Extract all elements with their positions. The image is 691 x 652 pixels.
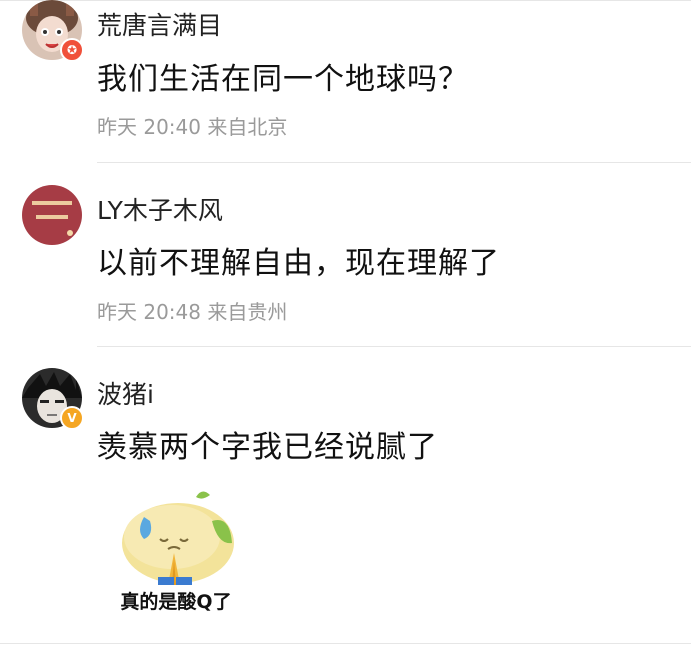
sticker-caption: 真的是酸Q了 — [120, 591, 232, 613]
sticker[interactable]: 真的是酸Q了 — [106, 487, 246, 622]
badge-icon: ✪ — [60, 38, 84, 62]
username[interactable]: 荒唐言满目 — [97, 6, 222, 42]
avatar[interactable]: ✪ — [22, 0, 84, 62]
bottom-divider — [0, 643, 691, 644]
comment-meta: 昨天 20:40 来自北京 — [97, 115, 288, 139]
red-text-avatar-icon — [22, 185, 82, 245]
avatar[interactable]: V — [22, 368, 84, 430]
top-divider — [0, 0, 691, 1]
username[interactable]: 波猪i — [97, 375, 154, 411]
username[interactable]: LY木子木风 — [97, 191, 223, 227]
comment-text: 以前不理解自由，现在理解了 — [97, 246, 500, 281]
comment-text: 我们生活在同一个地球吗？ — [97, 62, 469, 97]
avatar[interactable] — [22, 185, 82, 245]
comment-divider — [97, 162, 691, 163]
sour-lemon-praying-sticker-icon — [122, 491, 234, 585]
comment-meta: 昨天 20:48 来自贵州 — [97, 300, 288, 324]
verified-badge-icon: V — [60, 406, 84, 430]
comment-divider — [97, 346, 691, 347]
comment-text: 羡慕两个字我已经说腻了 — [97, 430, 438, 465]
